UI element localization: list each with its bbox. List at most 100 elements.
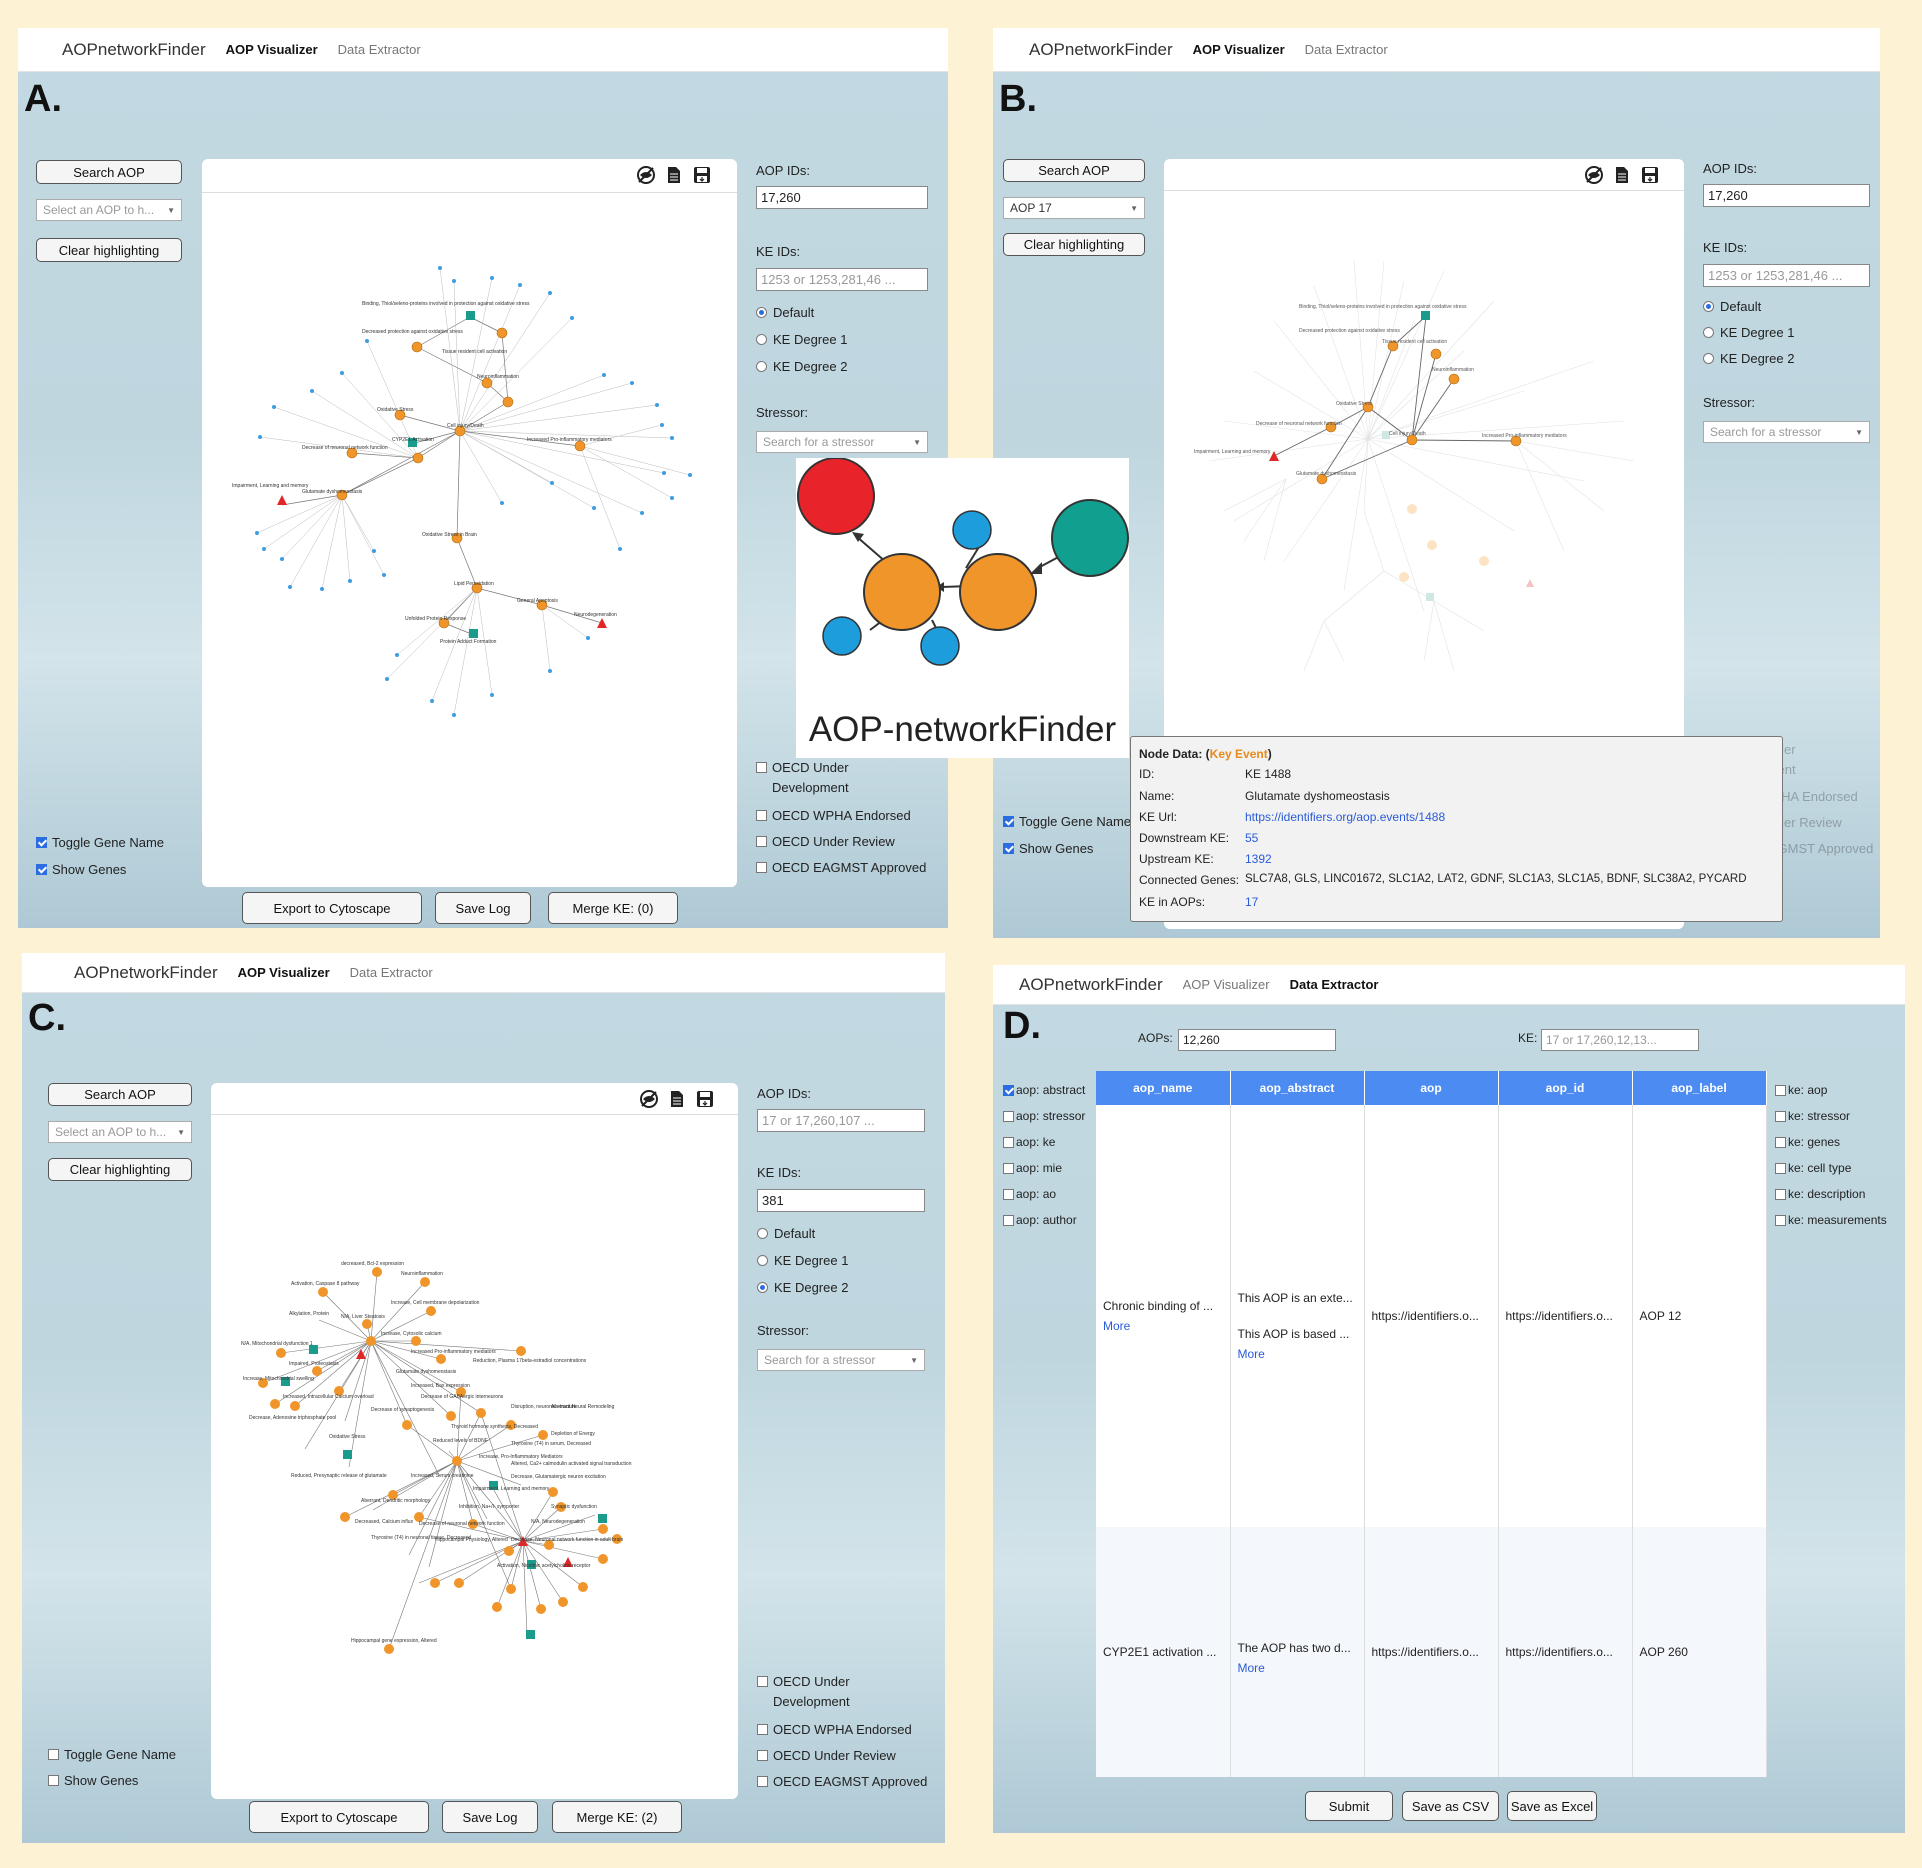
toggle-gene-name-checkbox[interactable]: Toggle Gene Name bbox=[36, 833, 164, 853]
document-icon[interactable] bbox=[664, 165, 684, 185]
stressor-select[interactable]: Search for a stressor ▼ bbox=[756, 431, 928, 453]
ke-input[interactable]: 17 or 17,260,12,13... bbox=[1541, 1029, 1699, 1051]
ke-measurements-checkbox[interactable]: ke: measurements bbox=[1775, 1207, 1887, 1233]
ke-cell-type-checkbox[interactable]: ke: cell type bbox=[1775, 1155, 1887, 1181]
stressor-select[interactable]: Search for a stressor ▼ bbox=[1703, 421, 1870, 443]
aop-select[interactable]: AOP 17 ▼ bbox=[1003, 197, 1145, 219]
graph-label: Cell injury/Death bbox=[1389, 431, 1426, 437]
oecd-under-development-checkbox[interactable]: OECD Under Development bbox=[756, 758, 906, 798]
export-cytoscape-button[interactable]: Export to Cytoscape bbox=[249, 1801, 429, 1833]
nav-data-extractor[interactable]: Data Extractor bbox=[350, 965, 433, 980]
aop-ke-checkbox[interactable]: aop: ke bbox=[1003, 1129, 1085, 1155]
ke-ids-input[interactable]: 1253 or 1253,281,46 ... bbox=[756, 268, 928, 291]
export-cytoscape-button[interactable]: Export to Cytoscape bbox=[242, 892, 422, 924]
nav-data-extractor[interactable]: Data Extractor bbox=[1305, 42, 1388, 57]
save-log-button[interactable]: Save Log bbox=[442, 1801, 538, 1833]
radio-ke-degree-2[interactable]: KE Degree 2 bbox=[757, 1280, 848, 1295]
more-link[interactable]: More bbox=[1238, 1347, 1357, 1361]
radio-default[interactable]: Default bbox=[1703, 299, 1761, 314]
radio-ke-degree-2[interactable]: KE Degree 2 bbox=[1703, 351, 1794, 366]
nav-aop-visualizer[interactable]: AOP Visualizer bbox=[1193, 42, 1285, 57]
ke-url-link[interactable]: https://identifiers.org/aop.events/1488 bbox=[1245, 810, 1445, 824]
toggle-gene-name-checkbox[interactable]: Toggle Gene Name bbox=[48, 1745, 176, 1765]
save-icon[interactable] bbox=[1640, 165, 1660, 185]
save-icon[interactable] bbox=[692, 165, 712, 185]
column-header[interactable]: aop bbox=[1364, 1071, 1499, 1105]
save-log-button[interactable]: Save Log bbox=[435, 892, 531, 924]
aop-ids-input[interactable]: 17,260 bbox=[756, 186, 928, 209]
brand[interactable]: AOPnetworkFinder bbox=[1019, 975, 1163, 995]
ke-in-aops-link[interactable]: 17 bbox=[1245, 895, 1258, 909]
column-header[interactable]: aop_id bbox=[1498, 1071, 1633, 1105]
column-header[interactable]: aop_name bbox=[1096, 1071, 1231, 1105]
radio-ke-degree-2[interactable]: KE Degree 2 bbox=[756, 359, 847, 374]
brand[interactable]: AOPnetworkFinder bbox=[74, 963, 218, 983]
search-aop-button[interactable]: Search AOP bbox=[1003, 159, 1145, 182]
brand[interactable]: AOPnetworkFinder bbox=[1029, 40, 1173, 60]
radio-ke-degree-1[interactable]: KE Degree 1 bbox=[1703, 325, 1794, 340]
oecd-eagmst-checkbox[interactable]: OECD EAGMST Approved bbox=[756, 858, 926, 878]
brand[interactable]: AOPnetworkFinder bbox=[62, 40, 206, 60]
oecd-under-development-checkbox[interactable]: OECD Under Development bbox=[757, 1672, 907, 1712]
save-excel-button[interactable]: Save as Excel bbox=[1507, 1791, 1597, 1821]
show-genes-checkbox[interactable]: Show Genes bbox=[1003, 839, 1093, 859]
aop-select[interactable]: Select an AOP to h... ▼ bbox=[36, 199, 182, 221]
aops-input[interactable]: 12,260 bbox=[1178, 1029, 1336, 1051]
ke-genes-checkbox[interactable]: ke: genes bbox=[1775, 1129, 1887, 1155]
aop-abstract-checkbox[interactable]: aop: abstract bbox=[1003, 1077, 1085, 1103]
radio-default[interactable]: Default bbox=[756, 305, 814, 320]
oecd-wpha-checkbox[interactable]: OECD WPHA Endorsed bbox=[757, 1720, 912, 1740]
document-icon[interactable] bbox=[1612, 165, 1632, 185]
merge-ke-button[interactable]: Merge KE: (0) bbox=[548, 892, 678, 924]
oecd-eagmst-checkbox[interactable]: OECD EAGMST Approved bbox=[757, 1772, 927, 1792]
toggle-gene-name-checkbox[interactable]: Toggle Gene Name bbox=[1003, 812, 1131, 832]
ke-aop-checkbox[interactable]: ke: aop bbox=[1775, 1077, 1887, 1103]
aop-mie-checkbox[interactable]: aop: mie bbox=[1003, 1155, 1085, 1181]
clear-highlighting-button[interactable]: Clear highlighting bbox=[1003, 233, 1145, 256]
show-genes-checkbox[interactable]: Show Genes bbox=[36, 860, 126, 880]
hide-icon[interactable] bbox=[1584, 165, 1604, 185]
hide-icon[interactable] bbox=[639, 1089, 659, 1109]
save-csv-button[interactable]: Save as CSV bbox=[1402, 1791, 1499, 1821]
aop-ids-input[interactable]: 17 or 17,260,107 ... bbox=[757, 1109, 925, 1132]
graph-canvas[interactable]: Binding, Thiol/seleno-proteins involved … bbox=[202, 159, 737, 887]
aop-ao-checkbox[interactable]: aop: ao bbox=[1003, 1181, 1085, 1207]
nav-aop-visualizer[interactable]: AOP Visualizer bbox=[1183, 977, 1270, 992]
radio-default[interactable]: Default bbox=[757, 1226, 815, 1241]
column-header[interactable]: aop_label bbox=[1632, 1071, 1767, 1105]
clear-highlighting-button[interactable]: Clear highlighting bbox=[36, 238, 182, 262]
oecd-under-review-checkbox[interactable]: OECD Under Review bbox=[757, 1746, 896, 1766]
stressor-select[interactable]: Search for a stressor ▼ bbox=[757, 1349, 925, 1371]
nav-data-extractor[interactable]: Data Extractor bbox=[1290, 977, 1379, 992]
nav-aop-visualizer[interactable]: AOP Visualizer bbox=[226, 42, 318, 57]
submit-button[interactable]: Submit bbox=[1305, 1791, 1393, 1821]
ke-description-checkbox[interactable]: ke: description bbox=[1775, 1181, 1887, 1207]
search-aop-button[interactable]: Search AOP bbox=[48, 1083, 192, 1106]
aop-ids-input[interactable]: 17,260 bbox=[1703, 184, 1870, 207]
upstream-ke-link[interactable]: 1392 bbox=[1245, 852, 1272, 866]
ke-ids-input[interactable]: 381 bbox=[757, 1189, 925, 1212]
downstream-ke-link[interactable]: 55 bbox=[1245, 831, 1258, 845]
more-link[interactable]: More bbox=[1103, 1319, 1223, 1333]
radio-ke-degree-1[interactable]: KE Degree 1 bbox=[757, 1253, 848, 1268]
more-link[interactable]: More bbox=[1238, 1661, 1357, 1675]
search-aop-button[interactable]: Search AOP bbox=[36, 160, 182, 184]
nav-aop-visualizer[interactable]: AOP Visualizer bbox=[238, 965, 330, 980]
aop-author-checkbox[interactable]: aop: author bbox=[1003, 1207, 1085, 1233]
oecd-wpha-checkbox[interactable]: OECD WPHA Endorsed bbox=[756, 806, 911, 826]
show-genes-checkbox[interactable]: Show Genes bbox=[48, 1771, 138, 1791]
oecd-under-review-checkbox[interactable]: OECD Under Review bbox=[756, 832, 895, 852]
ke-ids-input[interactable]: 1253 or 1253,281,46 ... bbox=[1703, 264, 1870, 287]
hide-icon[interactable] bbox=[636, 165, 656, 185]
nav-data-extractor[interactable]: Data Extractor bbox=[338, 42, 421, 57]
column-header[interactable]: aop_abstract bbox=[1230, 1071, 1365, 1105]
aop-select[interactable]: Select an AOP to h... ▼ bbox=[48, 1121, 192, 1143]
save-icon[interactable] bbox=[695, 1089, 715, 1109]
graph-canvas[interactable]: decreased, Bcl-2 expression Neuroinflamm… bbox=[211, 1083, 738, 1799]
ke-stressor-checkbox[interactable]: ke: stressor bbox=[1775, 1103, 1887, 1129]
radio-ke-degree-1[interactable]: KE Degree 1 bbox=[756, 332, 847, 347]
clear-highlighting-button[interactable]: Clear highlighting bbox=[48, 1158, 192, 1181]
aop-stressor-checkbox[interactable]: aop: stressor bbox=[1003, 1103, 1085, 1129]
document-icon[interactable] bbox=[667, 1089, 687, 1109]
merge-ke-button[interactable]: Merge KE: (2) bbox=[552, 1801, 682, 1833]
